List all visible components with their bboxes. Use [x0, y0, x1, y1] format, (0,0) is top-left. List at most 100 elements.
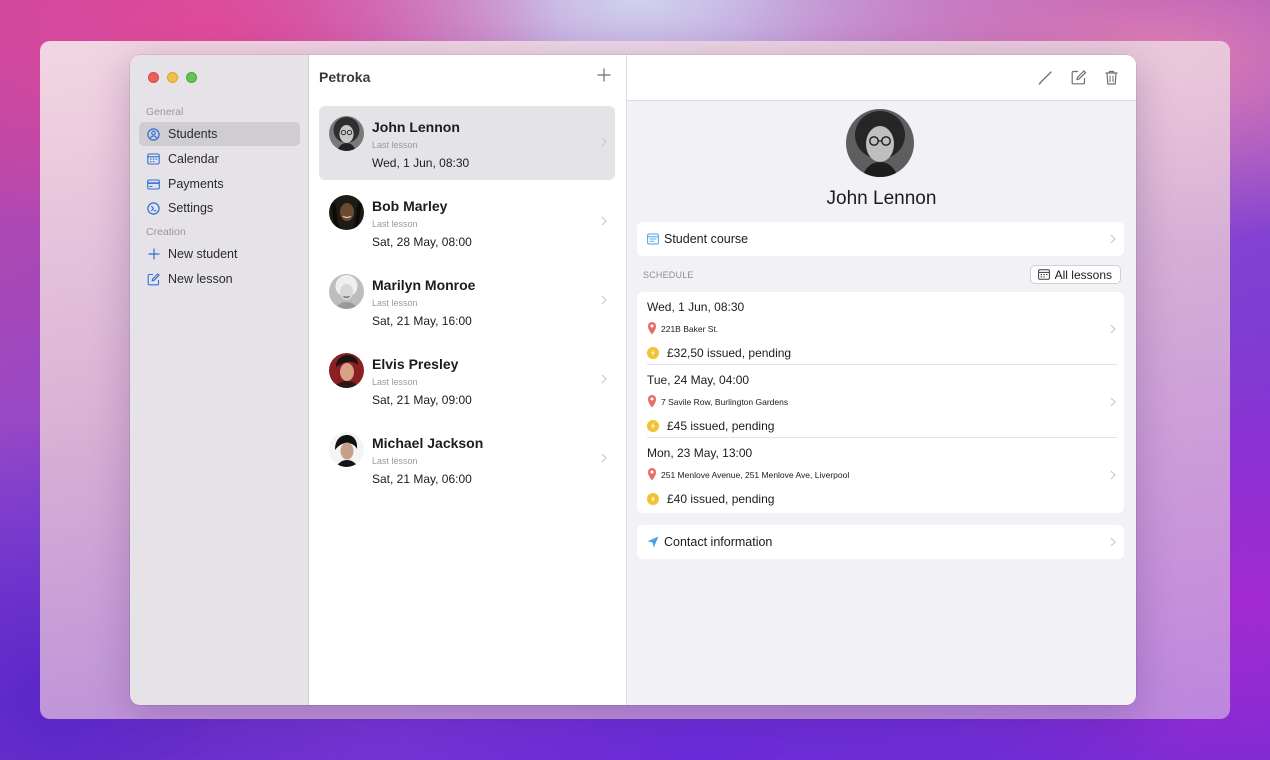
pane-title: Petroka — [319, 69, 371, 85]
detail-toolbar — [627, 55, 1136, 101]
student-sub: Last lesson — [372, 140, 418, 150]
pencil-button[interactable] — [1037, 69, 1054, 86]
student-sub: Last lesson — [372, 377, 418, 387]
location-pin-icon — [648, 322, 656, 335]
contact-information-label: Contact information — [664, 535, 773, 549]
lesson-row[interactable]: Wed, 1 Jun, 08:30 221B Baker St. £32,50 … — [637, 292, 1124, 365]
lesson-row[interactable]: Tue, 24 May, 04:00 7 Savile Row, Burling… — [637, 365, 1124, 438]
student-name: John Lennon — [372, 119, 460, 135]
edit-button[interactable] — [1070, 69, 1087, 86]
location-pin-icon — [648, 468, 656, 481]
student-name-title: John Lennon — [826, 188, 937, 209]
calendar-icon — [147, 153, 160, 166]
student-name: Marilyn Monroe — [372, 277, 476, 293]
calendar-icon — [1037, 269, 1050, 280]
chevron-right-icon — [1110, 537, 1116, 547]
student-sub: Last lesson — [372, 456, 418, 466]
student-date: Sat, 28 May, 08:00 — [372, 235, 472, 249]
lesson-address: 251 Menlove Avenue, 251 Menlove Ave, Liv… — [661, 470, 850, 480]
minimize-window-button[interactable] — [167, 72, 178, 83]
sidebar-item-payments[interactable]: Payments — [139, 172, 300, 196]
sidebar-item-label: Payments — [168, 177, 224, 191]
plus-icon — [147, 248, 160, 261]
all-lessons-button[interactable]: All lessons — [1029, 265, 1121, 284]
chevron-right-icon — [1110, 234, 1116, 244]
pencil-icon — [1038, 71, 1052, 86]
student-date: Sat, 21 May, 16:00 — [372, 314, 472, 328]
student-sub: Last lesson — [372, 298, 418, 308]
sidebar-section-general: General — [146, 106, 184, 118]
avatar — [329, 116, 364, 151]
student-name: Elvis Presley — [372, 356, 459, 372]
student-row-john-lennon[interactable]: John Lennon Last lesson Wed, 1 Jun, 08:3… — [319, 106, 615, 180]
zoom-window-button[interactable] — [186, 72, 197, 83]
person-circle-icon — [147, 127, 160, 141]
sidebar-item-label: New student — [168, 247, 238, 261]
chevron-right-icon — [601, 216, 607, 226]
close-window-button[interactable] — [148, 72, 159, 83]
student-name: Bob Marley — [372, 198, 448, 214]
lesson-payment: £32,50 issued, pending — [667, 346, 792, 360]
all-lessons-label: All lessons — [1054, 267, 1112, 282]
gear-circle-icon — [147, 201, 160, 215]
student-date: Wed, 1 Jun, 08:30 — [372, 156, 470, 170]
sidebar-item-label: Settings — [168, 201, 214, 215]
student-row-michael-jackson[interactable]: Michael Jackson Last lesson Sat, 21 May,… — [319, 422, 615, 496]
sidebar-item-settings[interactable]: Settings — [139, 196, 300, 220]
avatar — [329, 353, 364, 388]
compose-icon — [147, 272, 160, 286]
student-course-label: Student course — [664, 232, 749, 246]
student-row-bob-marley[interactable]: Bob Marley Last lesson Sat, 28 May, 08:0… — [319, 185, 615, 259]
course-icon — [647, 233, 659, 245]
student-sub: Last lesson — [372, 219, 418, 229]
student-list-pane: Petroka John Lennon Last lesson Wed, 1 J… — [309, 55, 627, 705]
sidebar-section-creation: Creation — [146, 226, 186, 238]
location-pin-icon — [648, 395, 656, 408]
window-controls — [148, 72, 197, 83]
lesson-date: Mon, 23 May, 13:00 — [647, 446, 753, 460]
app-window: General Students Calendar Payments Setti… — [130, 55, 1136, 705]
schedule-header: SCHEDULE — [643, 270, 694, 280]
sidebar-item-new-lesson[interactable]: New lesson — [139, 267, 300, 291]
sidebar-item-label: Students — [168, 127, 218, 141]
delete-button[interactable] — [1103, 69, 1120, 86]
chevron-right-icon — [601, 374, 607, 384]
contact-information-row[interactable]: Contact information — [637, 525, 1124, 559]
payment-coin-icon — [647, 493, 659, 505]
chevron-right-icon — [1110, 397, 1116, 407]
avatar — [329, 274, 364, 309]
student-date: Sat, 21 May, 09:00 — [372, 393, 472, 407]
chevron-right-icon — [1110, 324, 1116, 334]
lesson-address: 7 Savile Row, Burlington Gardens — [661, 397, 789, 407]
student-avatar-large — [846, 109, 914, 177]
add-student-button[interactable] — [596, 66, 612, 84]
chevron-right-icon — [1110, 470, 1116, 480]
sidebar: General Students Calendar Payments Setti… — [130, 55, 309, 705]
student-date: Sat, 21 May, 06:00 — [372, 472, 472, 486]
trash-icon — [1105, 70, 1118, 85]
sidebar-item-label: Calendar — [168, 152, 219, 166]
lesson-payment: £40 issued, pending — [667, 492, 775, 506]
chevron-right-icon — [601, 453, 607, 463]
schedule-card: Wed, 1 Jun, 08:30 221B Baker St. £32,50 … — [637, 292, 1124, 513]
student-row-elvis-presley[interactable]: Elvis Presley Last lesson Sat, 21 May, 0… — [319, 343, 615, 417]
payment-coin-icon — [647, 420, 659, 432]
student-course-row[interactable]: Student course — [637, 222, 1124, 256]
location-arrow-icon — [647, 536, 659, 548]
sidebar-item-calendar[interactable]: Calendar — [139, 147, 300, 171]
student-detail-pane: John Lennon Student course SCHEDULE All … — [627, 55, 1136, 705]
plus-icon — [597, 68, 611, 82]
lesson-row[interactable]: Mon, 23 May, 13:00 251 Menlove Avenue, 2… — [637, 438, 1124, 511]
student-row-marilyn-monroe[interactable]: Marilyn Monroe Last lesson Sat, 21 May, … — [319, 264, 615, 338]
avatar — [329, 195, 364, 230]
compose-icon — [1071, 70, 1087, 85]
credit-card-icon — [147, 178, 160, 191]
chevron-right-icon — [601, 295, 607, 305]
lesson-date: Wed, 1 Jun, 08:30 — [647, 300, 745, 314]
sidebar-item-students[interactable]: Students — [139, 122, 300, 146]
lesson-payment: £45 issued, pending — [667, 419, 775, 433]
chevron-right-icon — [601, 137, 607, 147]
student-name: Michael Jackson — [372, 435, 484, 451]
sidebar-item-new-student[interactable]: New student — [139, 242, 300, 266]
sidebar-item-label: New lesson — [168, 272, 233, 286]
